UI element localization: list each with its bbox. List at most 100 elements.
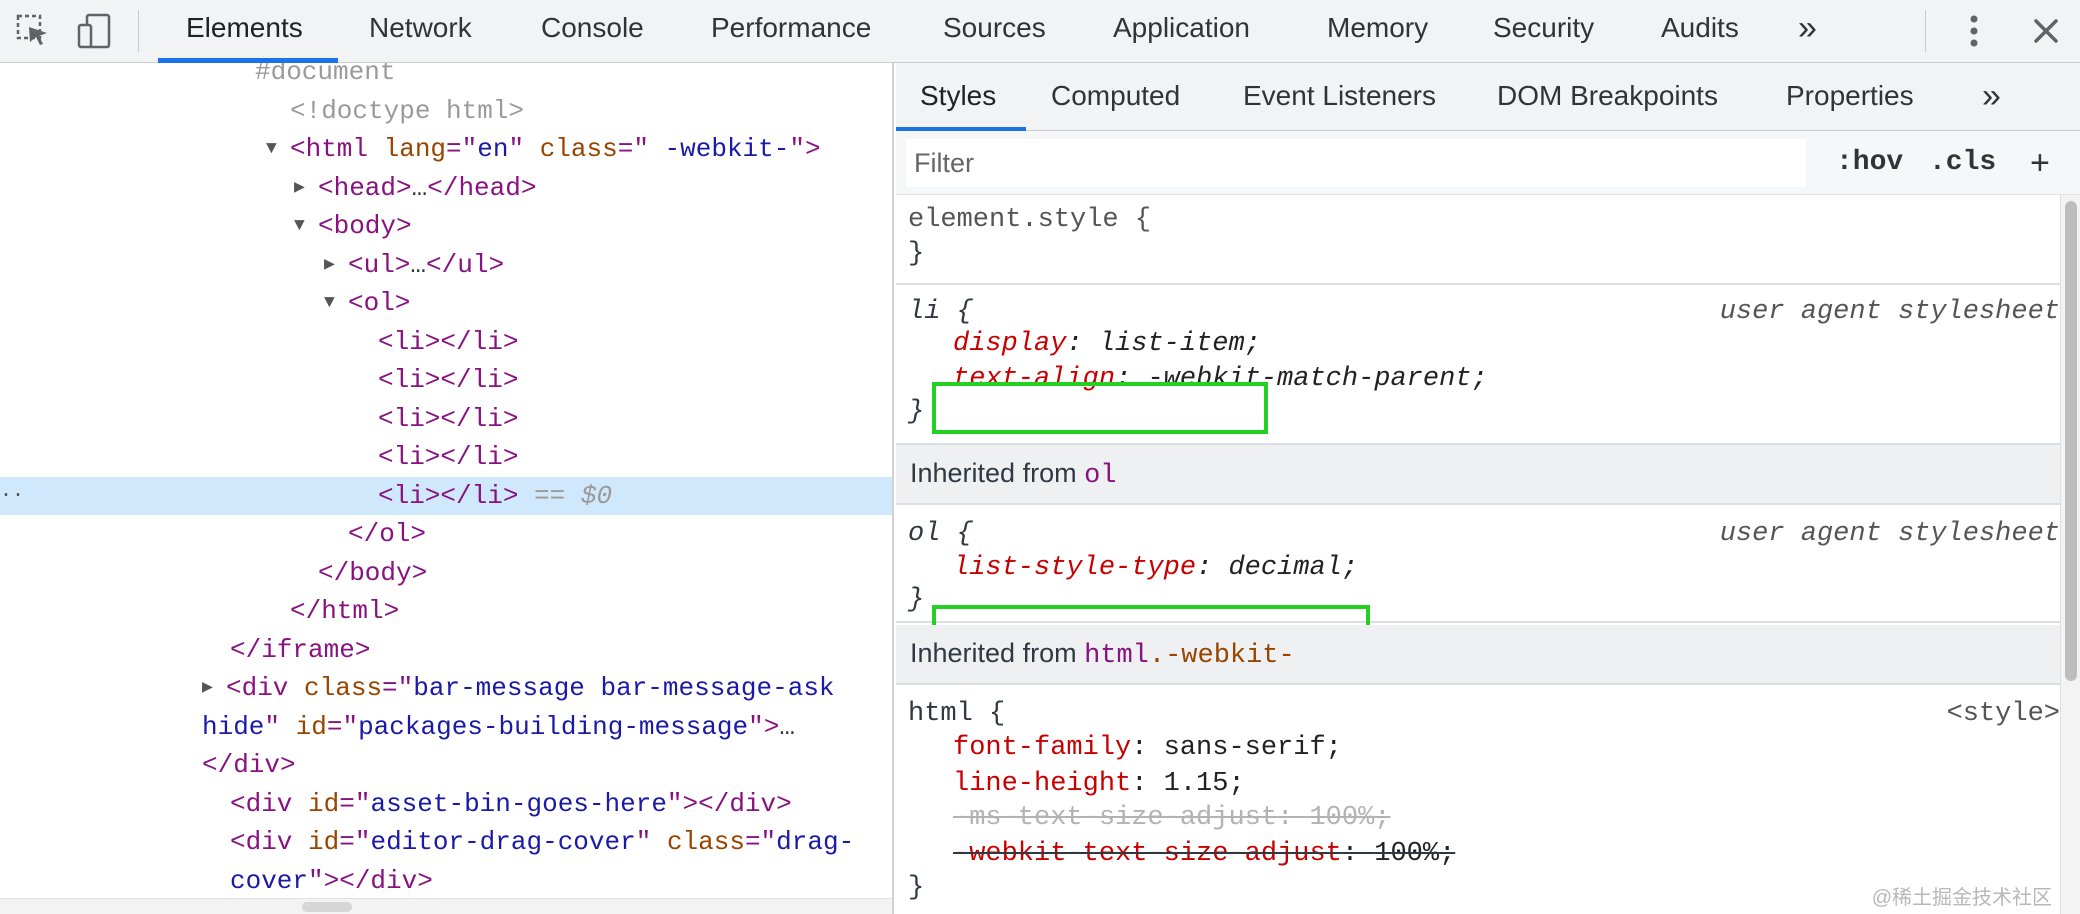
- inherited-selector-link[interactable]: html.-webkit-: [1084, 641, 1295, 671]
- dom-node[interactable]: <div id="asset-bin-goes-here"></div>: [0, 785, 892, 823]
- property-value[interactable]: decimal: [1228, 553, 1341, 583]
- tab-application[interactable]: Application: [1113, 0, 1250, 62]
- property-value[interactable]: sans-serif: [1164, 733, 1326, 763]
- html-style-rule: html { <style> font-family: sans-serif; …: [896, 685, 2060, 914]
- collapse-triangle-icon[interactable]: ▼: [324, 284, 335, 322]
- dom-node-selected[interactable]: ·· <li></li> == $0: [0, 476, 892, 515]
- tab-elements[interactable]: Elements: [186, 0, 303, 62]
- style-property-line-height[interactable]: line-height: 1.15;: [953, 767, 1245, 801]
- rule-selector[interactable]: ol: [908, 519, 940, 549]
- token-tag: <li></li>: [378, 365, 519, 395]
- dom-node[interactable]: <li></li>: [0, 361, 892, 399]
- inspect-element-icon[interactable]: [8, 0, 58, 62]
- style-property-ms-text-size-adjust[interactable]: -ms-text-size-adjust: 100%;: [953, 801, 1390, 835]
- dom-node[interactable]: cover"></div>: [0, 862, 892, 900]
- dom-node-text: <head>…</head>: [318, 169, 536, 207]
- expand-triangle-icon[interactable]: ▶: [202, 669, 213, 707]
- inherited-selector-link[interactable]: ol: [1084, 461, 1116, 491]
- property-name[interactable]: -webkit-text-size-adjust: [953, 839, 1342, 869]
- scrollbar-thumb[interactable]: [302, 902, 352, 912]
- token-tag: </body>: [318, 557, 428, 588]
- inherited-from-ol-header: Inherited from ol: [896, 445, 2060, 505]
- expand-triangle-icon[interactable]: ▶: [324, 246, 335, 284]
- token-tag: </div>: [202, 750, 296, 780]
- token-tag: <li></li>: [378, 442, 519, 472]
- rule-source-link[interactable]: <style>: [1947, 697, 2060, 731]
- expand-triangle-icon[interactable]: ▶: [294, 169, 305, 207]
- dom-node[interactable]: <!doctype html>: [0, 92, 892, 130]
- horizontal-scrollbar[interactable]: [0, 898, 892, 914]
- rule-selector[interactable]: element.style {: [908, 203, 1151, 237]
- tab-computed[interactable]: Computed: [1051, 63, 1180, 131]
- dom-node[interactable]: ▼ <body>: [0, 207, 892, 245]
- tab-event-listeners[interactable]: Event Listeners: [1243, 63, 1436, 131]
- dom-node[interactable]: <li></li>: [0, 323, 892, 361]
- property-value[interactable]: 1.15: [1164, 769, 1229, 799]
- tab-audits[interactable]: Audits: [1661, 0, 1739, 62]
- new-style-rule-button[interactable]: +: [2030, 139, 2050, 187]
- vertical-scrollbar[interactable]: [2060, 195, 2080, 914]
- more-sidebar-tabs-button[interactable]: »: [1982, 63, 2001, 131]
- token-plain: …: [411, 172, 428, 203]
- dom-node[interactable]: </iframe>: [0, 631, 892, 669]
- tab-security[interactable]: Security: [1493, 0, 1594, 62]
- node-actions-dots[interactable]: ··: [0, 477, 24, 515]
- property-value[interactable]: 100%: [1374, 839, 1439, 869]
- dom-node[interactable]: <div id="editor-drag-cover" class="drag-: [0, 823, 892, 861]
- property-name[interactable]: font-family: [953, 733, 1131, 763]
- tab-network[interactable]: Network: [369, 0, 472, 62]
- dom-node[interactable]: </div>: [0, 746, 892, 784]
- property-value[interactable]: list-item: [1099, 329, 1245, 359]
- dom-node[interactable]: </ol>: [0, 515, 892, 553]
- more-tabs-button[interactable]: »: [1798, 0, 1817, 62]
- li-style-rule: li { user agent stylesheet display: list…: [896, 285, 2060, 445]
- tab-dom-breakpoints[interactable]: DOM Breakpoints: [1497, 63, 1718, 131]
- rule-selector[interactable]: li: [908, 297, 940, 327]
- styles-filter-input[interactable]: [906, 139, 1806, 187]
- styles-filter-bar: :hov .cls +: [896, 131, 2080, 195]
- dom-node[interactable]: </body>: [0, 554, 892, 592]
- hover-state-toggle[interactable]: :hov: [1836, 139, 1903, 187]
- collapse-triangle-icon[interactable]: ▼: [266, 130, 277, 168]
- tab-performance[interactable]: Performance: [711, 0, 871, 62]
- rule-selector[interactable]: html: [908, 699, 973, 729]
- dom-node[interactable]: ▼ <ol>: [0, 284, 892, 322]
- scrollbar-thumb[interactable]: [2065, 201, 2077, 681]
- dom-node[interactable]: ▶ <ul>…</ul>: [0, 246, 892, 284]
- tab-styles[interactable]: Styles: [920, 63, 996, 131]
- property-name[interactable]: list-style-type: [953, 553, 1196, 583]
- token-val: drag-: [776, 827, 855, 857]
- dom-node[interactable]: <li></li>: [0, 400, 892, 438]
- property-name[interactable]: display: [953, 329, 1066, 359]
- rule-open-brace: {: [940, 519, 973, 549]
- close-icon[interactable]: [2024, 0, 2068, 62]
- tab-console[interactable]: Console: [541, 0, 644, 62]
- dom-node[interactable]: ▼ <html lang="en" class=" -webkit-">: [0, 130, 892, 168]
- dom-node[interactable]: ▶ <div class="bar-message bar-message-ask: [0, 669, 892, 707]
- style-property-webkit-text-size-adjust[interactable]: -webkit-text-size-adjust: 100%;: [953, 837, 1455, 871]
- property-name[interactable]: line-height: [953, 769, 1131, 799]
- style-property-list-style-type[interactable]: list-style-type: decimal;: [953, 551, 1358, 585]
- kebab-menu-icon[interactable]: [1952, 0, 1996, 62]
- dom-node[interactable]: ▶ <head>…</head>: [0, 169, 892, 207]
- style-property-font-family[interactable]: font-family: sans-serif;: [953, 731, 1342, 765]
- dom-node[interactable]: hide" id="packages-building-message">…: [0, 708, 892, 746]
- dom-node[interactable]: #document: [0, 63, 892, 91]
- tab-sources[interactable]: Sources: [943, 0, 1046, 62]
- rule-close-brace: }: [908, 397, 925, 427]
- collapse-triangle-icon[interactable]: ▼: [294, 207, 305, 245]
- dom-node[interactable]: <li></li>: [0, 438, 892, 476]
- tab-properties[interactable]: Properties: [1786, 63, 1914, 131]
- style-property-display[interactable]: display: list-item;: [953, 327, 1261, 361]
- token-tag: <div: [226, 673, 289, 703]
- class-toggle[interactable]: .cls: [1929, 139, 1996, 187]
- device-toolbar-icon[interactable]: [70, 0, 120, 62]
- property-value[interactable]: 100%: [1309, 803, 1374, 833]
- property-name[interactable]: -ms-text-size-adjust: [953, 803, 1277, 833]
- tab-memory[interactable]: Memory: [1327, 0, 1428, 62]
- dom-node[interactable]: </html>: [0, 592, 892, 630]
- watermark: @稀土掘金技术社区: [1871, 887, 2052, 909]
